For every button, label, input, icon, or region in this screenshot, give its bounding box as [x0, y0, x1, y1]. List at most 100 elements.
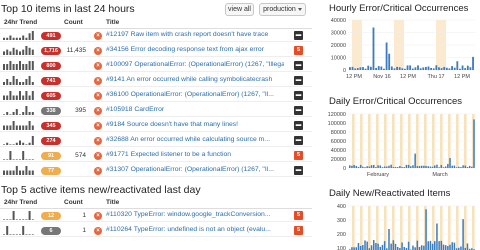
trend-bar — [15, 79, 18, 85]
top10-table-header: 24hr Trend Count Title — [0, 18, 312, 29]
trend-bar — [25, 64, 28, 70]
item-title-link[interactable]: #110320 TypeError: window.google_trackCo… — [106, 211, 284, 218]
occurrence-badge: 274 — [41, 137, 61, 145]
hourly-bar — [349, 67, 351, 70]
trend-bar — [9, 51, 12, 55]
trend-bar — [25, 166, 28, 175]
daily-bar — [455, 167, 458, 168]
trend-bar — [22, 64, 25, 70]
trend-bar — [25, 219, 28, 220]
daily-bar — [468, 165, 471, 168]
trend-bar — [28, 47, 31, 55]
view-all-button[interactable]: view all — [225, 3, 254, 16]
item-title-link[interactable]: #34156 Error decoding response text from… — [106, 46, 284, 53]
daily-bar — [368, 166, 371, 168]
daily-bar — [438, 167, 440, 168]
table-row[interactable]: 741 × #9141 An error occurred while callin… — [0, 74, 312, 87]
daily-new-bar — [449, 244, 451, 250]
table-row[interactable]: 12 1 × #110320 TypeError: window.google_tra… — [0, 209, 312, 222]
trend-bar — [28, 76, 31, 85]
top5-table-header: 24hr Trend Count Title — [0, 198, 312, 209]
trend-bar — [6, 64, 9, 70]
daily-chart-title: Daily Error/Critical Occurrences — [329, 96, 463, 107]
count-header: Count — [64, 199, 83, 206]
weekend-band — [360, 206, 363, 250]
weekend-band — [448, 206, 451, 250]
server-icon: ▬ — [294, 121, 303, 130]
item-title-link[interactable]: #105918 CardError — [106, 106, 284, 113]
hourly-bar — [390, 66, 393, 70]
item-title-link[interactable]: #31307 OperationalError: (OperationalErr… — [106, 166, 284, 173]
table-row[interactable]: 6 1 × #110264 TypeError: undefined is not a… — [0, 224, 312, 237]
daily-new-bar — [425, 209, 427, 250]
hourly-bar — [456, 61, 459, 70]
error-level-icon: × — [94, 107, 102, 115]
hourly-xtick-label: Thu 17 — [427, 74, 444, 80]
table-row[interactable]: 605 × #36100 OperationalError: (Operationa… — [0, 89, 312, 102]
trend-bar — [28, 142, 31, 145]
table-row[interactable]: 1,716 11,435 × #34156 Error decoding respon… — [0, 44, 312, 57]
table-row[interactable]: 338 395 × #105918 CardError ▬ — [0, 104, 312, 117]
trend-sparkline — [3, 136, 34, 145]
daily-bar — [370, 165, 373, 168]
hourly-bar — [472, 56, 474, 70]
item-title-link[interactable]: #36100 OperationalError: (OperationalErr… — [106, 91, 284, 98]
weekend-band — [368, 206, 371, 250]
table-row[interactable]: 800 × #100097 OperationalError: (Operation… — [0, 59, 312, 72]
item-title-link[interactable]: #100097 OperationalError: (OperationalEr… — [106, 61, 284, 68]
hourly-bar — [459, 68, 461, 70]
item-title-link[interactable]: #12197 Raw item with crash report doesn'… — [106, 31, 284, 38]
trend-bar — [9, 82, 12, 85]
daily-new-ytick-label: 200 — [337, 232, 346, 238]
trend-bar — [6, 170, 9, 175]
trend-bar — [19, 125, 21, 130]
daily-bar — [383, 166, 386, 168]
trend-bar — [19, 114, 21, 115]
daily-new-bar — [436, 223, 438, 250]
trend-bar — [6, 37, 9, 40]
table-row[interactable]: 274 × #32688 An error occurred while calcu… — [0, 134, 312, 147]
trend-bar — [22, 219, 25, 220]
trend-bar — [6, 112, 9, 115]
table-row[interactable]: 345 × #9184 Source doesn't have that many … — [0, 119, 312, 132]
left-panel: Top 10 items in last 24 hours view all p… — [0, 0, 312, 250]
daily-bar — [390, 164, 392, 168]
server-icon: ▬ — [294, 91, 303, 100]
daily-new-bar — [440, 240, 443, 250]
occurrence-badge: 491 — [41, 32, 61, 40]
daily-new-bar — [377, 243, 379, 250]
trend-bar — [31, 170, 34, 175]
item-title-link[interactable]: #91771 Expected listener to be a functio… — [106, 151, 284, 158]
error-level-icon: × — [94, 32, 102, 40]
table-row[interactable]: 77 × #31307 OperationalError: (Operational… — [0, 164, 312, 177]
environment-dropdown[interactable]: production — [259, 3, 306, 16]
chevron-down-icon — [297, 7, 302, 11]
hourly-bar — [385, 42, 388, 70]
daily-bar — [453, 165, 456, 168]
daily-bar — [440, 164, 443, 168]
title-header: Title — [106, 199, 120, 206]
item-title-link[interactable]: #9141 An error occurred while calling sy… — [106, 76, 284, 83]
hourly-bar — [383, 68, 385, 70]
hourly-ytick-label: 20000 — [331, 43, 346, 49]
daily-bar — [442, 167, 445, 168]
error-level-icon: × — [94, 47, 102, 55]
trend-bar — [31, 112, 34, 115]
table-row[interactable]: 491 × #12197 Raw item with crash report do… — [0, 29, 312, 42]
hourly-bar — [393, 68, 396, 70]
trend-bar — [31, 82, 34, 85]
hourly-ytick-label: 30000 — [331, 31, 346, 37]
daily-bar — [436, 164, 438, 168]
trend-bar — [12, 47, 15, 55]
item-title-link[interactable]: #32688 An error occurred while calculati… — [106, 136, 284, 143]
item-title-link[interactable]: #9184 Source doesn't have that many line… — [106, 121, 284, 128]
item-title-link[interactable]: #110264 TypeError: undefined is not an o… — [106, 226, 284, 233]
daily-ytick-label: 20000 — [331, 157, 346, 163]
trend-bar — [6, 79, 9, 85]
occurrence-badge: 77 — [41, 167, 61, 175]
hourly-bar — [375, 67, 377, 70]
daily-chart: 120000 100000 80000 60000 40000 20000 0 Februar… — [328, 112, 476, 178]
hourly-xtick-label: Nov 16 — [373, 74, 390, 80]
hourly-ytick-label: 10000 — [331, 56, 346, 62]
table-row[interactable]: 91 574 × #91771 Expected listener to be a f… — [0, 149, 312, 162]
